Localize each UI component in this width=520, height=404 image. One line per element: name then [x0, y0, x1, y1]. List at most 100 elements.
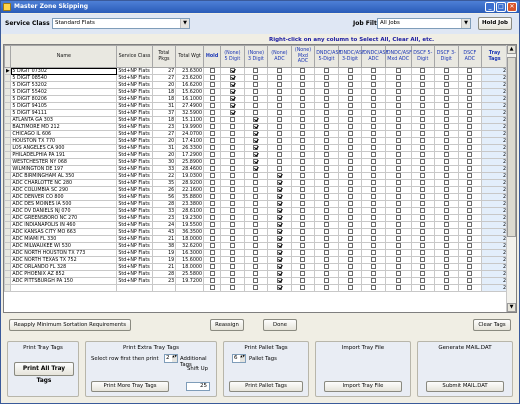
row-tray-tags[interactable]: 2: [481, 130, 508, 138]
table-row[interactable]: 2: [4, 284, 508, 292]
zone-checkbox[interactable]: [276, 215, 282, 220]
row-tray-tags[interactable]: 2: [481, 263, 508, 271]
zone-checkbox[interactable]: [467, 75, 473, 80]
zone-checkbox[interactable]: [371, 208, 377, 213]
zone-checkbox[interactable]: [229, 201, 235, 206]
zone-checkbox[interactable]: [371, 194, 377, 199]
stepper-arrows-icon[interactable]: ▲▼: [172, 354, 177, 362]
zone-checkbox[interactable]: [371, 89, 377, 94]
zone-checkbox[interactable]: [253, 250, 259, 255]
zone-checkbox[interactable]: [253, 138, 259, 143]
zone-checkbox[interactable]: [420, 75, 426, 80]
hold-checkbox[interactable]: [209, 201, 215, 206]
zone-checkbox[interactable]: [229, 173, 235, 178]
zone-checkbox[interactable]: [276, 131, 282, 136]
zone-checkbox[interactable]: [324, 68, 329, 73]
zone-checkbox[interactable]: [467, 68, 473, 73]
hold-checkbox[interactable]: [209, 145, 215, 150]
zone-checkbox[interactable]: [371, 187, 377, 192]
zone-checkbox[interactable]: [467, 285, 473, 290]
hold-checkbox[interactable]: [209, 131, 215, 136]
zone-checkbox[interactable]: [443, 278, 449, 283]
zone-checkbox[interactable]: [347, 124, 353, 129]
reassign-button[interactable]: Reassign: [210, 319, 244, 331]
zone-checkbox[interactable]: [371, 138, 377, 143]
zone-checkbox[interactable]: [324, 215, 329, 220]
zone-checkbox[interactable]: [300, 264, 306, 269]
zone-checkbox[interactable]: [467, 89, 473, 94]
zone-checkbox[interactable]: [467, 159, 473, 164]
hold-checkbox[interactable]: [209, 278, 215, 283]
zone-checkbox[interactable]: [229, 75, 235, 80]
zone-checkbox[interactable]: [467, 124, 473, 129]
row-tray-tags[interactable]: 2: [481, 249, 508, 257]
column-header[interactable]: DNDC/ASF ADC: [361, 45, 388, 68]
row-tray-tags[interactable]: 2: [481, 193, 508, 201]
zone-checkbox[interactable]: [347, 180, 353, 185]
column-header[interactable]: DSCF 5-Digit: [410, 45, 436, 68]
zone-checkbox[interactable]: [300, 180, 306, 185]
zone-checkbox[interactable]: [443, 201, 449, 206]
zone-checkbox[interactable]: [420, 89, 426, 94]
zone-checkbox[interactable]: [324, 103, 329, 108]
zone-checkbox[interactable]: [443, 138, 449, 143]
hold-checkbox[interactable]: [209, 159, 215, 164]
zone-checkbox[interactable]: [253, 166, 259, 171]
hold-checkbox[interactable]: [209, 222, 215, 227]
title-bar[interactable]: Master Zone Skipping _ □ ✕: [1, 1, 519, 13]
zone-checkbox[interactable]: [347, 285, 353, 290]
zone-checkbox[interactable]: [395, 222, 401, 227]
table-row[interactable]: ADC COLUMBIA SC 290 Std+NP Flats 26 22.1600…: [4, 186, 508, 194]
table-row[interactable]: CHICAGO IL 606 Std+NP Flats 27 24.0700 2: [4, 130, 508, 138]
zone-checkbox[interactable]: [371, 110, 377, 115]
zone-checkbox[interactable]: [420, 173, 426, 178]
zone-checkbox[interactable]: [371, 75, 377, 80]
zone-checkbox[interactable]: [229, 243, 235, 248]
zone-checkbox[interactable]: [420, 124, 426, 129]
zone-checkbox[interactable]: [276, 124, 282, 129]
column-header[interactable]: Hold: [202, 45, 222, 68]
zone-checkbox[interactable]: [229, 208, 235, 213]
scroll-up-icon[interactable]: ▲: [507, 45, 516, 54]
zone-checkbox[interactable]: [324, 131, 329, 136]
zone-checkbox[interactable]: [300, 187, 306, 192]
zone-checkbox[interactable]: [420, 82, 426, 87]
zone-checkbox[interactable]: [229, 187, 235, 192]
zone-checkbox[interactable]: [276, 173, 282, 178]
zone-checkbox[interactable]: [467, 96, 473, 101]
zone-checkbox[interactable]: [229, 278, 235, 283]
print-pallet-tags-button[interactable]: Print Pallet Tags: [229, 381, 303, 392]
zone-checkbox[interactable]: [371, 215, 377, 220]
hold-checkbox[interactable]: [209, 82, 215, 87]
zone-checkbox[interactable]: [253, 89, 259, 94]
zone-checkbox[interactable]: [395, 278, 401, 283]
column-header[interactable]: (None) ADC: [267, 45, 292, 68]
zone-checkbox[interactable]: [371, 124, 377, 129]
print-all-tray-tags-button[interactable]: Print All Tray Tags: [14, 362, 74, 384]
zone-checkbox[interactable]: [276, 103, 282, 108]
zone-checkbox[interactable]: [229, 180, 235, 185]
table-row[interactable]: 5 DIGIT 08540 Std+NP Flats 27 23.6200 2: [4, 74, 508, 82]
zone-checkbox[interactable]: [420, 208, 426, 213]
zone-checkbox[interactable]: [276, 138, 282, 143]
hold-checkbox[interactable]: [209, 215, 215, 220]
done-button[interactable]: Done: [263, 319, 297, 331]
zone-checkbox[interactable]: [229, 271, 235, 276]
chevron-down-icon[interactable]: ▼: [461, 19, 470, 28]
zone-checkbox[interactable]: [229, 285, 235, 290]
zone-checkbox[interactable]: [300, 68, 306, 73]
zone-checkbox[interactable]: [420, 215, 426, 220]
zone-checkbox[interactable]: [371, 250, 377, 255]
zone-checkbox[interactable]: [324, 89, 329, 94]
zone-checkbox[interactable]: [276, 257, 282, 262]
zone-checkbox[interactable]: [300, 173, 306, 178]
column-header[interactable]: Total Pkgs: [151, 45, 177, 68]
zone-checkbox[interactable]: [443, 131, 449, 136]
zone-checkbox[interactable]: [229, 215, 235, 220]
zone-checkbox[interactable]: [324, 208, 329, 213]
zone-checkbox[interactable]: [300, 89, 306, 94]
zone-checkbox[interactable]: [467, 152, 473, 157]
zone-checkbox[interactable]: [467, 82, 473, 87]
zone-checkbox[interactable]: [443, 145, 449, 150]
table-row[interactable]: ADC KANSAS CITY MO 663 Std+NP Flats 43 36.3…: [4, 228, 508, 236]
